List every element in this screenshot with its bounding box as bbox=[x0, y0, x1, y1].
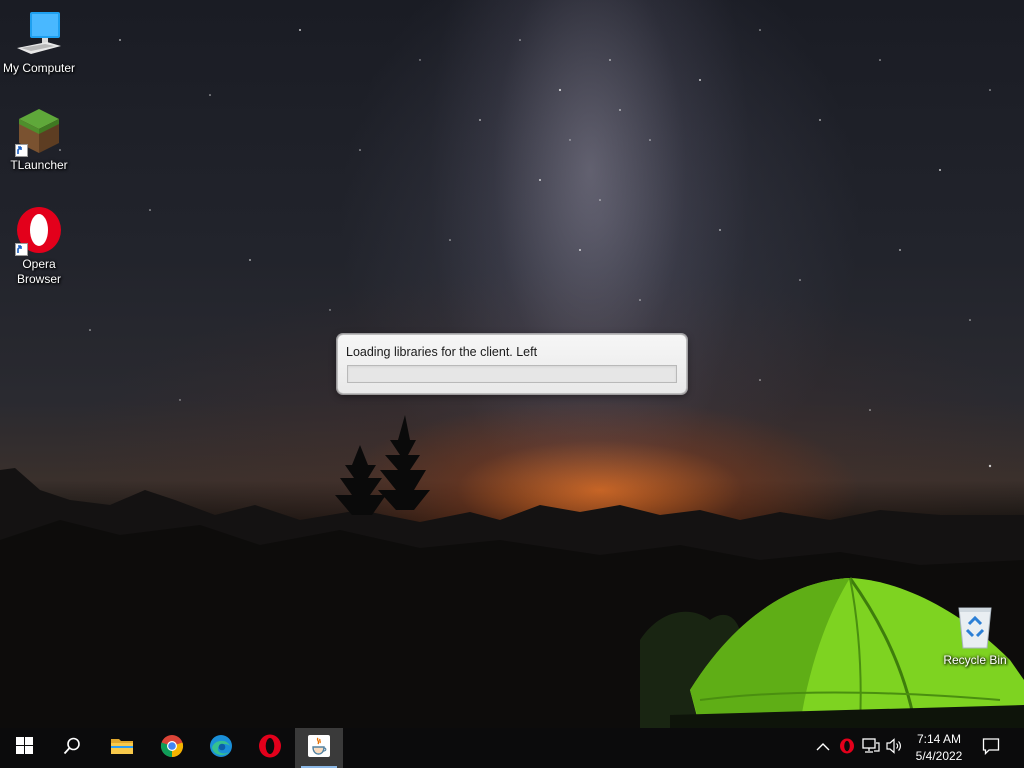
search-button[interactable] bbox=[48, 728, 96, 768]
taskbar-java[interactable] bbox=[295, 728, 343, 768]
desktop-icon-tlauncher[interactable]: TLauncher bbox=[0, 107, 78, 173]
loading-dialog: Loading libraries for the client. Left bbox=[337, 334, 687, 394]
tray-network-button[interactable] bbox=[861, 737, 881, 759]
taskbar: 7:14 AM 5/4/2022 bbox=[0, 728, 1024, 768]
minecraft-grass-block-icon bbox=[15, 107, 63, 157]
start-button[interactable] bbox=[0, 728, 48, 768]
desktop-icon-recycle-bin[interactable]: Recycle Bin bbox=[936, 602, 1014, 668]
network-icon bbox=[862, 737, 880, 759]
volume-icon bbox=[886, 737, 904, 759]
opera-icon bbox=[15, 206, 63, 256]
taskbar-chrome[interactable] bbox=[148, 728, 196, 768]
loading-message: Loading libraries for the client. Left bbox=[346, 345, 538, 359]
taskbar-clock[interactable]: 7:14 AM 5/4/2022 bbox=[904, 731, 974, 765]
shortcut-arrow-icon bbox=[15, 144, 28, 157]
shortcut-arrow-icon bbox=[15, 243, 28, 256]
tray-volume-button[interactable] bbox=[885, 737, 905, 759]
folder-icon bbox=[110, 736, 134, 761]
recycle-bin-icon bbox=[951, 602, 999, 650]
desktop-icon-label: Opera Browser bbox=[16, 257, 61, 286]
opera-icon bbox=[258, 734, 282, 763]
tray-opera-button[interactable] bbox=[837, 738, 857, 758]
taskbar-file-explorer[interactable] bbox=[98, 728, 146, 768]
search-icon bbox=[63, 737, 81, 760]
clock-date: 5/4/2022 bbox=[915, 749, 963, 763]
action-center-icon bbox=[982, 737, 1000, 760]
action-center-button[interactable] bbox=[968, 728, 1014, 768]
clock-time: 7:14 AM bbox=[916, 732, 962, 746]
desktop-icon-label: TLauncher bbox=[10, 158, 68, 172]
show-hidden-icons-button[interactable] bbox=[813, 738, 833, 758]
progress-bar bbox=[347, 365, 677, 383]
desktop-icon-label: Recycle Bin bbox=[943, 653, 1007, 667]
desktop-icon-my-computer[interactable]: My Computer bbox=[0, 10, 78, 76]
java-icon bbox=[307, 734, 331, 763]
chevron-up-icon bbox=[816, 739, 830, 757]
desktop-icon-label: My Computer bbox=[2, 61, 76, 75]
desktop-icon-opera-browser[interactable]: Opera Browser bbox=[0, 206, 78, 287]
computer-icon bbox=[15, 10, 63, 58]
opera-tray-icon bbox=[839, 738, 855, 759]
taskbar-opera[interactable] bbox=[246, 728, 294, 768]
chrome-icon bbox=[160, 734, 184, 763]
windows-logo-icon bbox=[15, 737, 33, 759]
edge-icon bbox=[209, 734, 233, 763]
taskbar-edge[interactable] bbox=[197, 728, 245, 768]
